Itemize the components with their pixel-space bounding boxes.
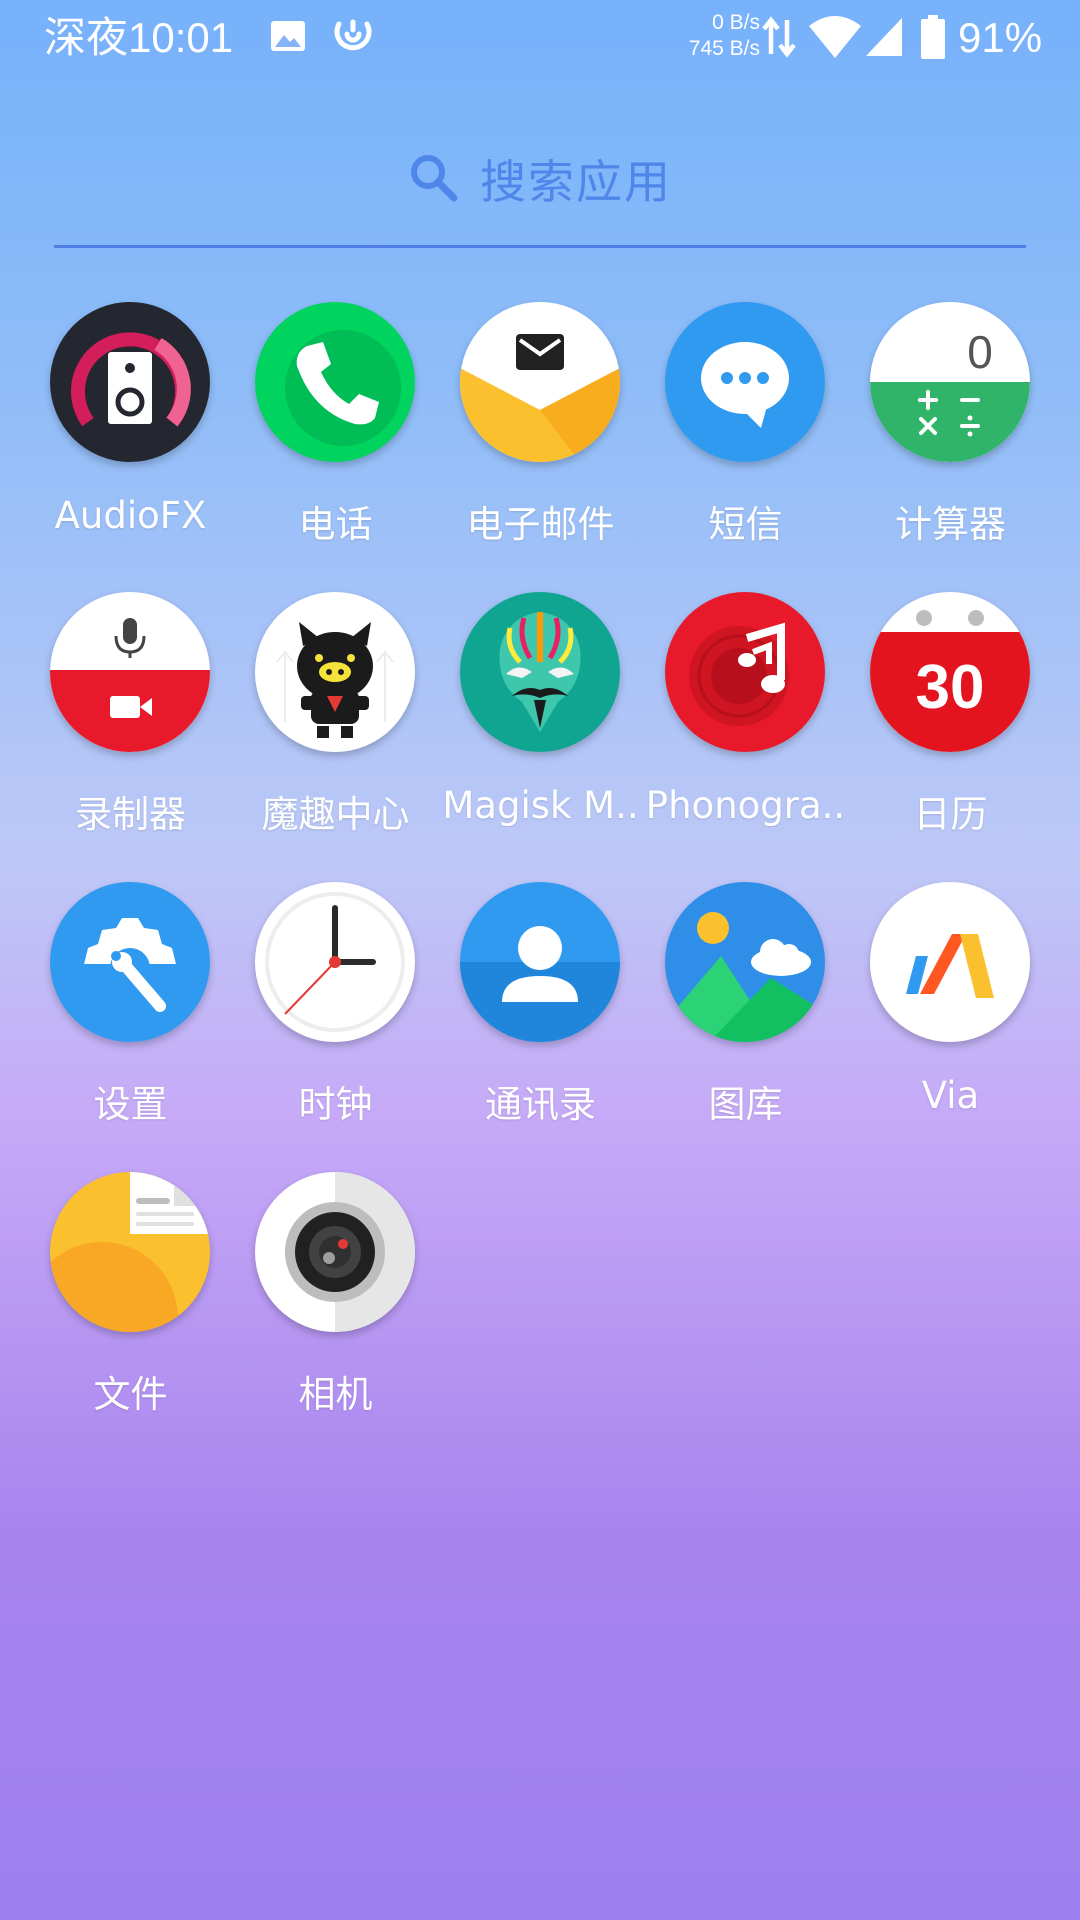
- battery-percentage: 91%: [958, 14, 1043, 61]
- phone-icon: [255, 302, 415, 462]
- app-label: Via: [921, 1074, 980, 1117]
- app-camera[interactable]: 相机: [233, 1172, 438, 1432]
- app-clock[interactable]: 时钟: [233, 882, 438, 1142]
- via-browser-icon: [870, 882, 1030, 1042]
- app-settings[interactable]: 设置: [28, 882, 233, 1142]
- magisk-manager-icon: [460, 592, 620, 752]
- app-label: AudioFX: [54, 494, 207, 537]
- app-label: 相机: [298, 1373, 373, 1416]
- app-files[interactable]: 文件: [28, 1172, 233, 1432]
- app-label: 设置: [93, 1083, 168, 1126]
- app-label: 电子邮件: [466, 503, 615, 546]
- app-label: 计算器: [895, 503, 1006, 546]
- app-phone[interactable]: 电话: [233, 302, 438, 562]
- app-label: 魔趣中心: [261, 793, 410, 836]
- gallery-icon: [665, 882, 825, 1042]
- cell-signal-icon: [864, 14, 904, 64]
- app-messaging[interactable]: 短信: [643, 302, 848, 562]
- app-label: Magisk M..: [442, 784, 639, 827]
- calculator-icon: 0: [870, 302, 1030, 462]
- app-calculator[interactable]: 0 计算器: [848, 302, 1053, 562]
- phonograph-icon: [665, 592, 825, 752]
- network-speed-up: 0 B/s: [712, 11, 760, 34]
- app-label: 短信: [708, 503, 783, 546]
- data-transfer-icon: [762, 14, 796, 64]
- files-icon: [50, 1172, 210, 1332]
- camera-icon: [255, 1172, 415, 1332]
- app-search-bar[interactable]: 搜索应用: [54, 130, 1026, 248]
- search-placeholder: 搜索应用: [480, 155, 672, 209]
- app-label: Phonogra..: [645, 784, 846, 827]
- app-mokee-center[interactable]: 魔趣中心: [233, 592, 438, 852]
- app-label: 通讯录: [485, 1083, 596, 1126]
- app-label: 录制器: [75, 793, 186, 836]
- app-magisk-manager[interactable]: Magisk M..: [438, 592, 643, 852]
- network-speed: 0 B/s 745 B/s: [660, 10, 760, 62]
- app-label: 日历: [913, 793, 988, 836]
- gallery-notification-icon: [268, 16, 308, 56]
- calculator-display: 0: [967, 326, 993, 378]
- app-label: 时钟: [298, 1083, 373, 1126]
- download-notification-icon: [333, 16, 373, 56]
- app-via-browser[interactable]: Via: [848, 882, 1053, 1142]
- recorder-icon: [50, 592, 210, 752]
- calendar-icon: 30: [870, 592, 1030, 752]
- status-time: 深夜10:01: [44, 14, 234, 61]
- app-email[interactable]: 电子邮件: [438, 302, 643, 562]
- clock-icon: [255, 882, 415, 1042]
- network-speed-down: 745 B/s: [688, 37, 760, 60]
- app-contacts[interactable]: 通讯录: [438, 882, 643, 1142]
- search-icon: [408, 152, 458, 206]
- calendar-day: 30: [916, 653, 985, 722]
- app-gallery[interactable]: 图库: [643, 882, 848, 1142]
- app-audiofx[interactable]: AudioFX: [28, 302, 233, 562]
- app-label: 文件: [93, 1373, 168, 1416]
- audiofx-icon: [50, 302, 210, 462]
- battery-icon: [920, 14, 946, 64]
- contacts-icon: [460, 882, 620, 1042]
- app-calendar[interactable]: 30 日历: [848, 592, 1053, 852]
- app-recorder[interactable]: 录制器: [28, 592, 233, 852]
- app-label: 电话: [298, 503, 373, 546]
- mokee-center-icon: [255, 592, 415, 752]
- wifi-icon: [808, 14, 862, 64]
- app-phonograph[interactable]: Phonogra..: [643, 592, 848, 852]
- email-icon: [460, 302, 620, 462]
- status-bar: 深夜10:01 0 B/s 745 B/s 91%: [0, 0, 1080, 76]
- settings-icon: [50, 882, 210, 1042]
- messaging-icon: [665, 302, 825, 462]
- app-label: 图库: [708, 1083, 783, 1126]
